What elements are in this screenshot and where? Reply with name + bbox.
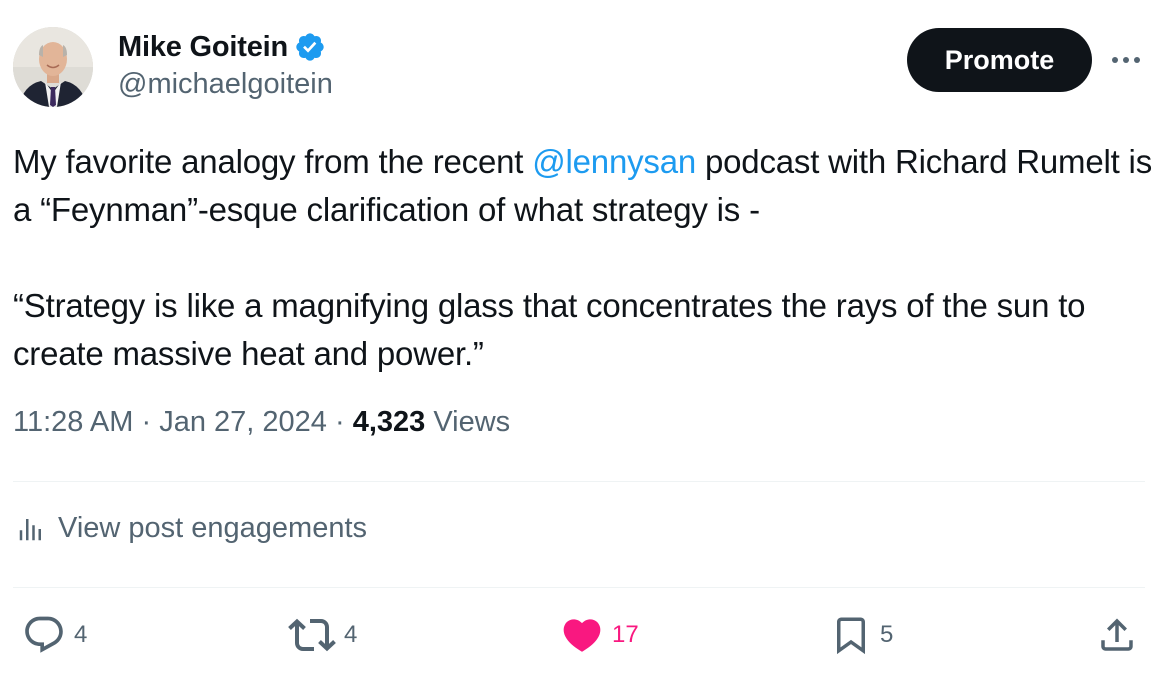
reply-button[interactable]: 4 xyxy=(22,612,87,658)
analytics-icon xyxy=(19,518,41,540)
tweet-time[interactable]: 11:28 AM xyxy=(13,406,133,438)
tweet-date[interactable]: Jan 27, 2024 xyxy=(159,406,327,438)
tweet: Mike Goitein @michaelgoitein Promote My … xyxy=(0,0,1172,692)
mention-link[interactable]: @lennysan xyxy=(532,143,696,180)
share-button[interactable] xyxy=(1096,612,1138,658)
repost-icon xyxy=(288,618,336,652)
like-count: 17 xyxy=(612,621,639,648)
share-icon xyxy=(1101,618,1133,651)
reply-icon xyxy=(25,616,63,653)
tweet-text-segment: My favorite analogy from the recent xyxy=(13,143,533,180)
meta-separator: · xyxy=(141,406,152,438)
views-count: 4,323 xyxy=(352,406,426,438)
like-button[interactable]: 17 xyxy=(560,612,639,658)
tweet-meta: 11:28 AM · Jan 27, 2024 · 4,323 Views xyxy=(13,406,510,439)
tweet-text: My favorite analogy from the recent @len… xyxy=(13,138,1163,378)
heart-filled-icon xyxy=(563,619,601,652)
views-label: Views xyxy=(433,406,511,438)
promote-button[interactable]: Promote xyxy=(907,28,1092,92)
divider xyxy=(13,481,1145,482)
author-info: Mike Goitein @michaelgoitein xyxy=(118,30,333,101)
view-engagements-link[interactable]: View post engagements xyxy=(16,512,367,545)
repost-button[interactable]: 4 xyxy=(288,612,357,658)
reply-count: 4 xyxy=(74,621,88,648)
bookmark-count: 5 xyxy=(880,621,894,648)
divider xyxy=(13,587,1145,588)
meta-separator: · xyxy=(334,406,345,438)
repost-count: 4 xyxy=(344,621,358,648)
more-horizontal-icon xyxy=(1112,57,1140,63)
more-options-button[interactable] xyxy=(1106,46,1146,74)
handle[interactable]: @michaelgoitein xyxy=(118,68,333,101)
display-name[interactable]: Mike Goitein xyxy=(118,31,288,64)
name-row: Mike Goitein xyxy=(118,30,333,64)
tweet-paragraph: My favorite analogy from the recent @len… xyxy=(13,138,1163,234)
bookmark-button[interactable]: 5 xyxy=(830,612,893,658)
avatar-image xyxy=(13,27,93,107)
verified-badge-icon[interactable] xyxy=(294,31,326,63)
view-engagements-label: View post engagements xyxy=(58,512,368,544)
avatar[interactable] xyxy=(13,27,93,107)
bookmark-icon xyxy=(837,617,865,655)
tweet-quote: “Strategy is like a magnifying glass tha… xyxy=(13,287,1086,372)
